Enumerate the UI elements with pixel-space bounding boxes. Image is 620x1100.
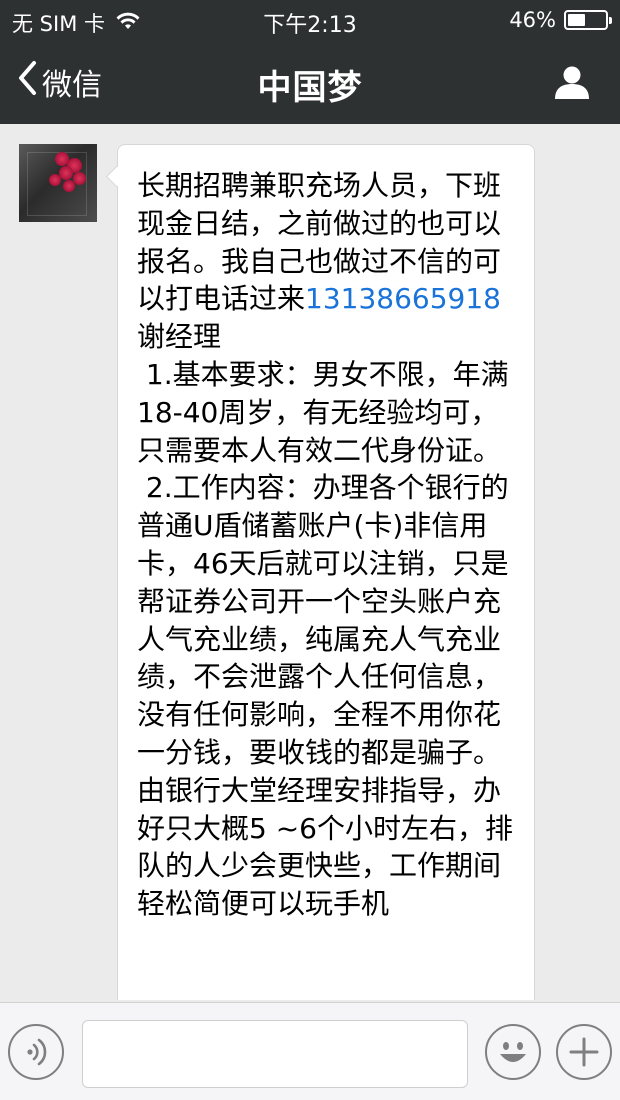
battery-nub [609,17,612,24]
message-bubble[interactable]: 长期招聘兼职充场人员，下班现金日结，之前做过的也可以报名。我自己也做过不信的可以… [117,144,535,1000]
plus-icon [569,1037,599,1067]
battery-icon [564,10,612,30]
chat-profile-button[interactable] [554,64,590,100]
chat-area[interactable]: 长期招聘兼职充场人员，下班现金日结，之前做过的也可以报名。我自己也做过不信的可以… [0,124,620,1000]
message-text-part: 谢经理 1.基本要求：男女不限，年满18-40周岁，有无经验均可，只需要本人有效… [137,320,513,921]
battery-percent: 46% [509,8,556,32]
more-button[interactable] [556,1024,612,1080]
chat-title: 中国梦 [257,68,363,108]
status-bar: 无 SIM 卡 下午2:13 46% [0,0,620,40]
avatar-rose [59,166,73,180]
avatar-rose [73,172,86,185]
emoji-button[interactable] [485,1024,541,1080]
avatar-rose [49,174,61,186]
message-input[interactable] [82,1020,468,1088]
sender-avatar[interactable] [19,144,97,222]
voice-icon [27,1038,47,1066]
avatar-rose [63,180,75,192]
smiley-icon [500,1042,526,1062]
battery-fill [568,14,585,26]
phone-link[interactable]: 13138665918 [305,282,501,315]
nav-bar: 微信 中国梦 [0,40,620,124]
message-text: 长期招聘兼职充场人员，下班现金日结，之前做过的也可以报名。我自己也做过不信的可以… [137,167,516,923]
input-bar [0,1002,620,1100]
voice-button[interactable] [8,1024,64,1080]
person-icon [555,66,589,99]
status-right: 46% [509,8,612,32]
